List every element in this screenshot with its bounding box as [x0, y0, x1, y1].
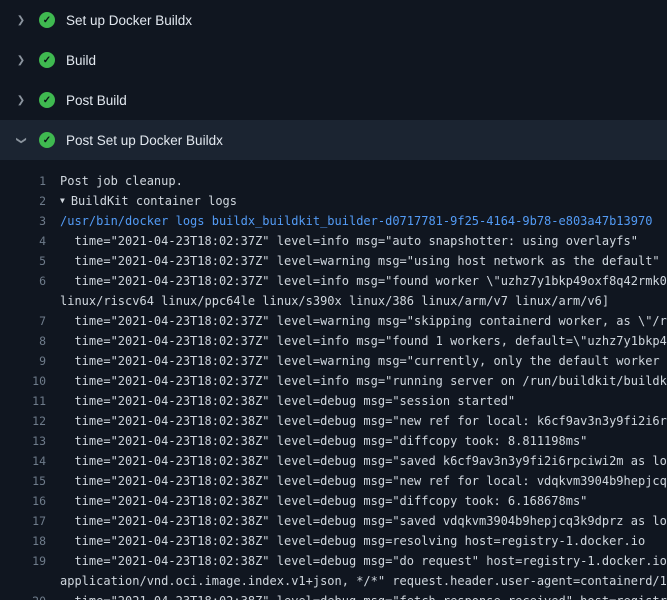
line-number[interactable]: 2: [0, 191, 46, 211]
line-number[interactable]: 19: [0, 551, 46, 571]
line-number[interactable]: 13: [0, 431, 46, 451]
log-text: time="2021-04-23T18:02:37Z" level=info m…: [60, 231, 638, 251]
log-line: application/vnd.oci.image.index.v1+json,…: [0, 571, 667, 591]
section-label: Post Build: [66, 93, 127, 108]
log-text: linux/riscv64 linux/ppc64le linux/s390x …: [60, 291, 609, 311]
log-text: time="2021-04-23T18:02:38Z" level=debug …: [60, 431, 587, 451]
line-number[interactable]: 18: [0, 531, 46, 551]
log-line: linux/riscv64 linux/ppc64le linux/s390x …: [0, 291, 667, 311]
line-number[interactable]: 9: [0, 351, 46, 371]
log-line: 14 time="2021-04-23T18:02:38Z" level=deb…: [0, 451, 667, 471]
job-steps-list: ❯ ✓ Set up Docker Buildx ❯ ✓ Build ❯ ✓ P…: [0, 0, 667, 160]
log-text: time="2021-04-23T18:02:38Z" level=debug …: [60, 391, 515, 411]
section-label: Build: [66, 53, 96, 68]
line-number[interactable]: 6: [0, 271, 46, 291]
log-text: time="2021-04-23T18:02:38Z" level=debug …: [60, 511, 667, 531]
log-line: 9 time="2021-04-23T18:02:37Z" level=warn…: [0, 351, 667, 371]
log-line: 16 time="2021-04-23T18:02:38Z" level=deb…: [0, 491, 667, 511]
check-circle-icon: ✓: [39, 12, 55, 28]
line-number[interactable]: 14: [0, 451, 46, 471]
section-header-post-setup-docker-buildx[interactable]: ❯ ✓ Post Set up Docker Buildx: [0, 120, 667, 160]
log-line: 13 time="2021-04-23T18:02:38Z" level=deb…: [0, 431, 667, 451]
log-text: application/vnd.oci.image.index.v1+json,…: [60, 571, 667, 591]
line-number[interactable]: 11: [0, 391, 46, 411]
line-number[interactable]: 12: [0, 411, 46, 431]
chevron-right-icon: ❯: [14, 55, 28, 66]
line-number[interactable]: 7: [0, 311, 46, 331]
line-number[interactable]: 1: [0, 171, 46, 191]
line-number[interactable]: 10: [0, 371, 46, 391]
log-text: time="2021-04-23T18:02:38Z" level=debug …: [60, 471, 667, 491]
log-output: 1 Post job cleanup. 2 ▼ BuildKit contain…: [0, 160, 667, 600]
log-line: 8 time="2021-04-23T18:02:37Z" level=info…: [0, 331, 667, 351]
log-text: time="2021-04-23T18:02:37Z" level=info m…: [60, 271, 667, 291]
log-line: 5 time="2021-04-23T18:02:37Z" level=warn…: [0, 251, 667, 271]
chevron-down-icon: ❯: [16, 133, 27, 147]
chevron-right-icon: ❯: [14, 15, 28, 26]
chevron-right-icon: ❯: [14, 95, 28, 106]
check-circle-icon: ✓: [39, 92, 55, 108]
log-text: time="2021-04-23T18:02:38Z" level=debug …: [60, 551, 667, 571]
log-text: time="2021-04-23T18:02:37Z" level=warnin…: [60, 311, 667, 331]
line-number[interactable]: 4: [0, 231, 46, 251]
log-line: 17 time="2021-04-23T18:02:38Z" level=deb…: [0, 511, 667, 531]
log-line: 10 time="2021-04-23T18:02:37Z" level=inf…: [0, 371, 667, 391]
log-line: 3 /usr/bin/docker logs buildx_buildkit_b…: [0, 211, 667, 231]
line-number[interactable]: 15: [0, 471, 46, 491]
log-text: BuildKit container logs: [71, 191, 237, 211]
section-label: Post Set up Docker Buildx: [66, 133, 223, 148]
line-number[interactable]: 8: [0, 331, 46, 351]
log-text: time="2021-04-23T18:02:38Z" level=debug …: [60, 451, 667, 471]
log-text: time="2021-04-23T18:02:38Z" level=debug …: [60, 411, 667, 431]
log-line: 12 time="2021-04-23T18:02:38Z" level=deb…: [0, 411, 667, 431]
line-number[interactable]: 20: [0, 591, 46, 600]
section-header-build[interactable]: ❯ ✓ Build: [0, 40, 667, 80]
log-line: 7 time="2021-04-23T18:02:37Z" level=warn…: [0, 311, 667, 331]
log-text: time="2021-04-23T18:02:37Z" level=info m…: [60, 371, 667, 391]
line-number[interactable]: 3: [0, 211, 46, 231]
log-line: 6 time="2021-04-23T18:02:37Z" level=info…: [0, 271, 667, 291]
check-circle-icon: ✓: [39, 132, 55, 148]
line-number[interactable]: 17: [0, 511, 46, 531]
check-circle-icon: ✓: [39, 52, 55, 68]
log-line: 11 time="2021-04-23T18:02:38Z" level=deb…: [0, 391, 667, 411]
log-text: time="2021-04-23T18:02:38Z" level=debug …: [60, 591, 667, 600]
log-group-toggle[interactable]: 2 ▼ BuildKit container logs: [0, 191, 667, 211]
log-line: 20 time="2021-04-23T18:02:38Z" level=deb…: [0, 591, 667, 600]
log-text: time="2021-04-23T18:02:37Z" level=warnin…: [60, 251, 660, 271]
log-line: 18 time="2021-04-23T18:02:38Z" level=deb…: [0, 531, 667, 551]
log-text: time="2021-04-23T18:02:37Z" level=warnin…: [60, 351, 667, 371]
log-text: /usr/bin/docker logs buildx_buildkit_bui…: [60, 211, 652, 231]
log-line: 15 time="2021-04-23T18:02:38Z" level=deb…: [0, 471, 667, 491]
log-text: time="2021-04-23T18:02:38Z" level=debug …: [60, 491, 587, 511]
log-line: 4 time="2021-04-23T18:02:37Z" level=info…: [0, 231, 667, 251]
section-header-post-build[interactable]: ❯ ✓ Post Build: [0, 80, 667, 120]
log-line: 19 time="2021-04-23T18:02:38Z" level=deb…: [0, 551, 667, 571]
log-line: 1 Post job cleanup.: [0, 171, 667, 191]
section-header-setup-docker-buildx[interactable]: ❯ ✓ Set up Docker Buildx: [0, 0, 667, 40]
triangle-down-icon: ▼: [60, 191, 65, 211]
log-text: time="2021-04-23T18:02:38Z" level=debug …: [60, 531, 645, 551]
section-label: Set up Docker Buildx: [66, 13, 192, 28]
log-text: Post job cleanup.: [60, 171, 183, 191]
line-number[interactable]: 5: [0, 251, 46, 271]
log-text: time="2021-04-23T18:02:37Z" level=info m…: [60, 331, 667, 351]
line-number[interactable]: 16: [0, 491, 46, 511]
